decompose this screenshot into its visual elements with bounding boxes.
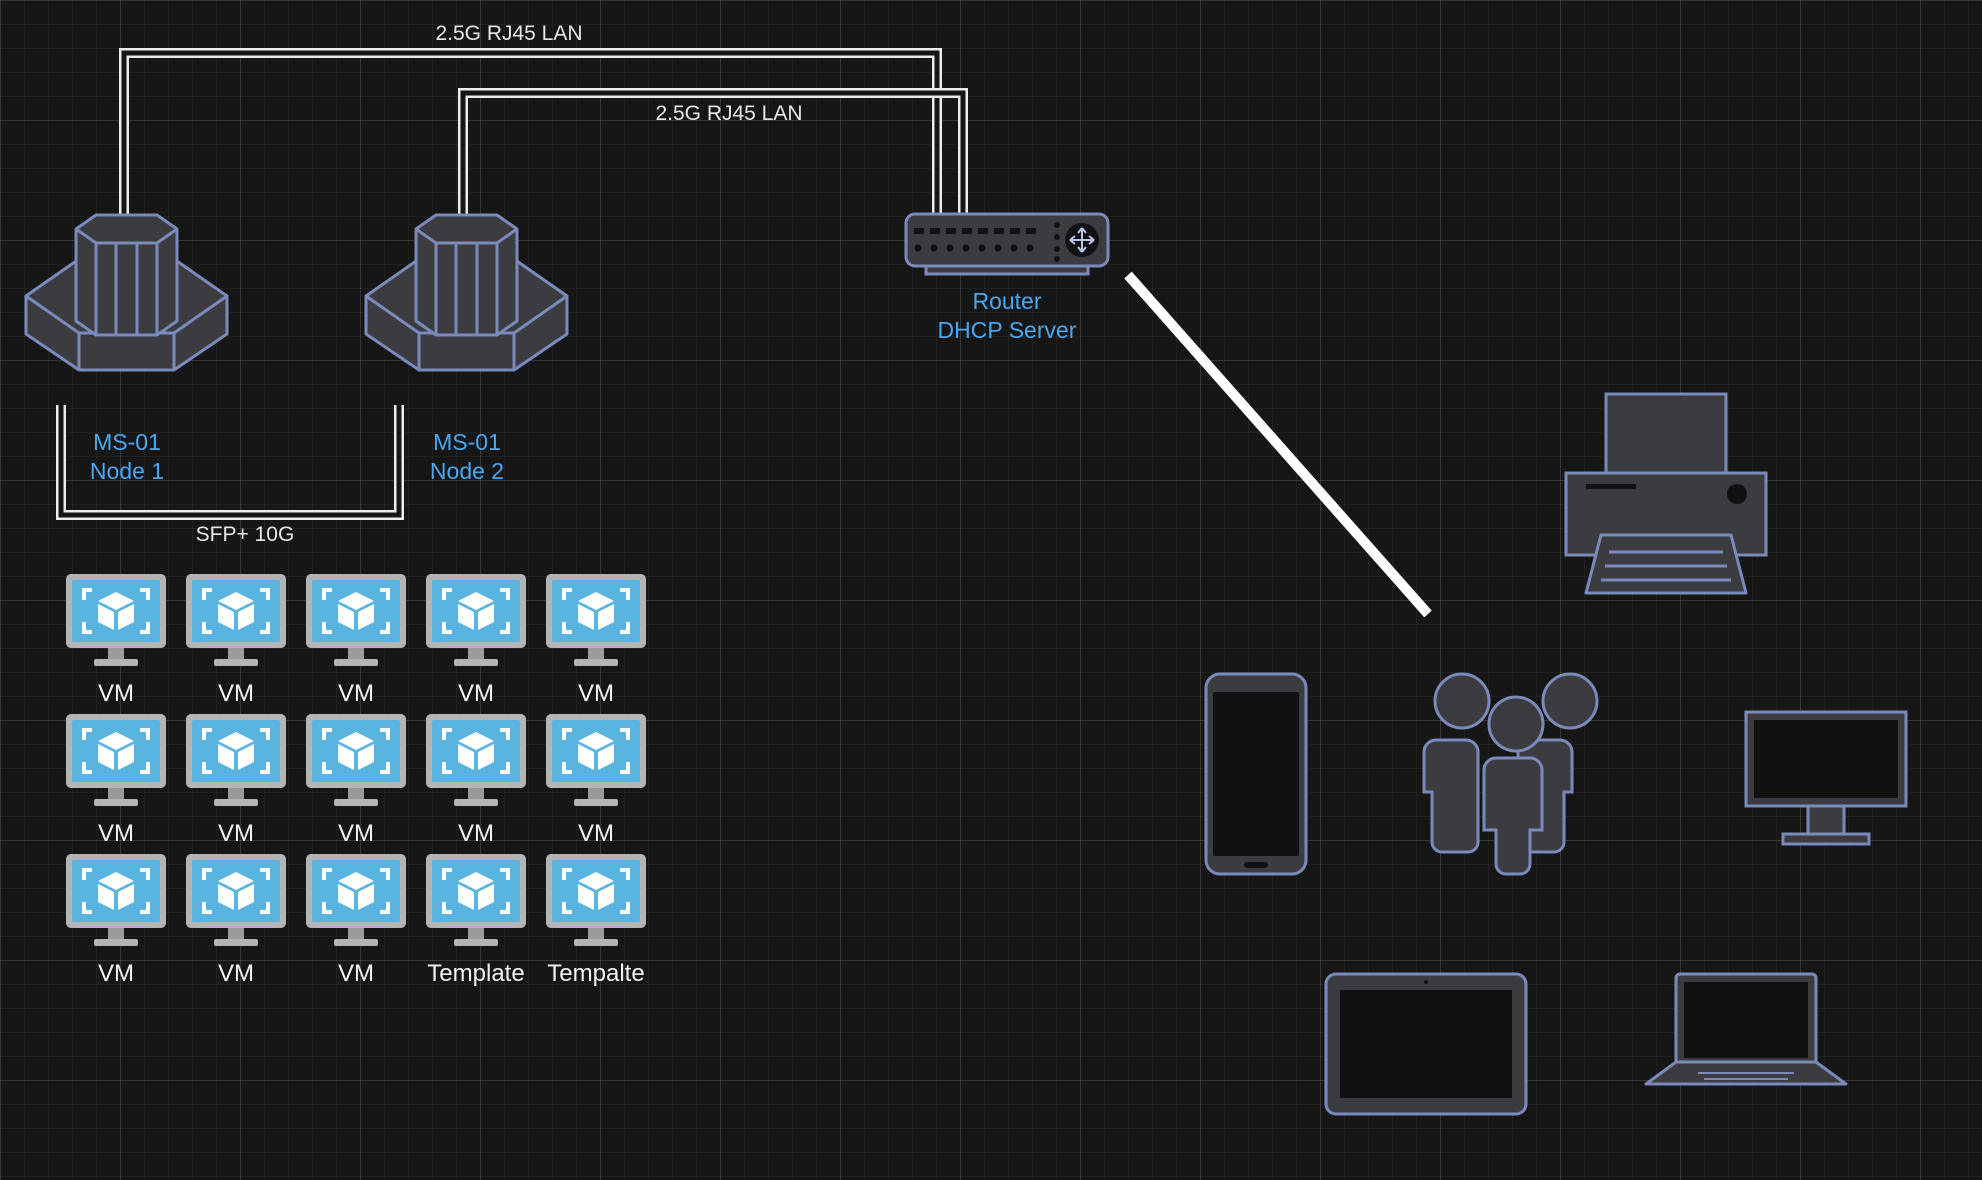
- vm-label: VM: [458, 680, 494, 707]
- vm-label: VM: [218, 680, 254, 707]
- router-label-line1: Router: [972, 288, 1042, 314]
- lan-link-label: 2.5G RJ45 LAN: [435, 22, 583, 45]
- vm-icon: [544, 712, 648, 808]
- vm-icon: [304, 852, 408, 948]
- vm-icon: [424, 712, 528, 808]
- vm-icon: [64, 712, 168, 808]
- vm-icon: [544, 572, 648, 668]
- node-2-label: MS-01 Node 2: [430, 428, 504, 486]
- vm-label: VM: [578, 820, 614, 847]
- monitor-icon: [1744, 710, 1908, 846]
- vm-template-icon: [544, 852, 648, 948]
- router-label-line2: DHCP Server: [937, 317, 1077, 343]
- template-label: Template: [427, 960, 525, 987]
- server-node-1-icon: [24, 213, 229, 372]
- network-diagram: [24, 48, 1908, 1116]
- vm-icon: [304, 712, 408, 808]
- vm-icon: [64, 572, 168, 668]
- users-icon: [1422, 672, 1599, 876]
- wireless-link-router-clients: [1124, 271, 1432, 618]
- node-2-name: MS-01: [433, 429, 501, 455]
- router-label: Router DHCP Server: [938, 287, 1077, 345]
- vm-label: VM: [98, 680, 134, 707]
- vm-label: VM: [458, 820, 494, 847]
- server-node-2-icon: [364, 213, 569, 372]
- vm-label: VM: [98, 820, 134, 847]
- node-1-label: MS-01 Node 1: [90, 428, 164, 486]
- printer-icon: [1564, 392, 1768, 595]
- tablet-icon: [1324, 972, 1528, 1116]
- vm-label: VM: [218, 960, 254, 987]
- phone-icon: [1204, 672, 1308, 876]
- vm-icon: [184, 572, 288, 668]
- vm-icon: [64, 852, 168, 948]
- lan-link-label: 2.5G RJ45 LAN: [655, 102, 803, 125]
- vm-icon: [304, 572, 408, 668]
- vm-label: VM: [218, 820, 254, 847]
- vm-label: VM: [338, 820, 374, 847]
- node-1-name: MS-01: [93, 429, 161, 455]
- lan-link-node1-router: [119, 48, 942, 215]
- vm-icon: [424, 572, 528, 668]
- vm-grid: [64, 572, 648, 948]
- node-1-sub: Node 1: [89, 458, 165, 484]
- router-icon: [904, 212, 1110, 276]
- vm-label: VM: [578, 680, 614, 707]
- node-2-sub: Node 2: [429, 458, 505, 484]
- sfp-link-label: SFP+ 10G: [195, 523, 295, 546]
- vm-label: VM: [338, 680, 374, 707]
- vm-label: VM: [98, 960, 134, 987]
- laptop-icon: [1644, 972, 1848, 1086]
- template-label: Tempalte: [547, 960, 645, 987]
- vm-label: VM: [338, 960, 374, 987]
- vm-icon: [184, 852, 288, 948]
- vm-template-icon: [424, 852, 528, 948]
- vm-icon: [184, 712, 288, 808]
